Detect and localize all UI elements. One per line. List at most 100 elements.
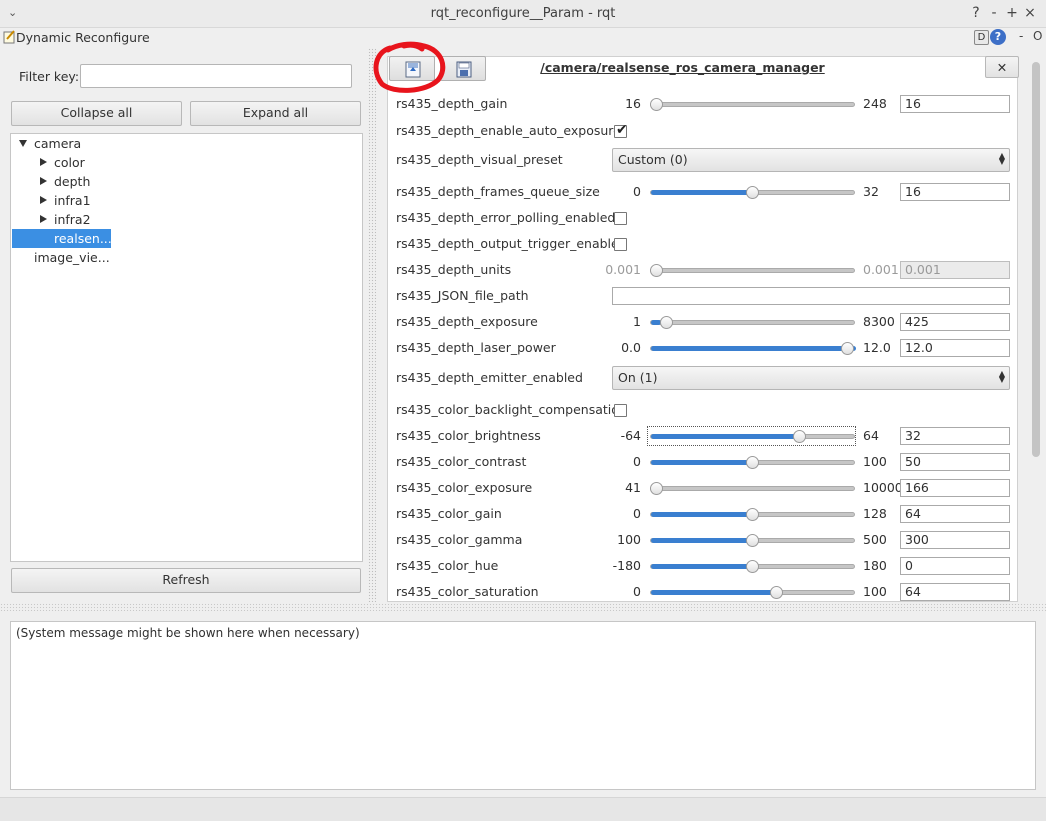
param-slider[interactable] (650, 560, 855, 573)
param-checkbox[interactable] (614, 212, 627, 225)
param-value-input: 0.001 (900, 261, 1010, 279)
tree-item-infra2[interactable]: infra2 (54, 210, 91, 229)
save-button[interactable] (440, 56, 486, 81)
param-max-label: 180 (863, 558, 887, 573)
collapsed-arrow-icon[interactable] (40, 196, 47, 204)
param-value-input[interactable]: 166 (900, 479, 1010, 497)
plugin-close-button[interactable]: O (1033, 29, 1042, 43)
param-combo[interactable]: On (1) ▲ ▼ (612, 366, 1010, 390)
param-slider[interactable] (650, 186, 855, 199)
vertical-splitter[interactable] (368, 48, 376, 602)
load-icon (405, 61, 421, 78)
param-value-input[interactable]: 0 (900, 557, 1010, 575)
param-label: rs435_depth_visual_preset (396, 152, 563, 167)
slider-handle[interactable] (745, 456, 759, 469)
expand-all-button[interactable]: Expand all (190, 101, 361, 126)
slider-handle[interactable] (745, 508, 759, 521)
tree-item-depth[interactable]: depth (54, 172, 90, 191)
plugin-minimize-button[interactable]: - (1019, 29, 1023, 43)
collapse-all-button[interactable]: Collapse all (11, 101, 182, 126)
expanded-arrow-icon[interactable] (19, 140, 27, 147)
param-value-input[interactable]: 50 (900, 453, 1010, 471)
param-value-input[interactable]: 64 (900, 505, 1010, 523)
collapsed-arrow-icon[interactable] (40, 215, 47, 223)
scrollbar-thumb[interactable] (1032, 62, 1040, 457)
param-min-label: 0 (633, 506, 641, 521)
param-slider[interactable] (650, 456, 855, 469)
param-slider[interactable] (650, 342, 856, 355)
param-value-input[interactable]: 425 (900, 313, 1010, 331)
tree-item-image-view[interactable]: image_vie... (34, 248, 110, 267)
window-title: rqt_reconfigure__Param - rqt (430, 6, 616, 21)
param-label: rs435_depth_frames_queue_size (396, 184, 600, 199)
slider-handle[interactable] (745, 534, 759, 547)
param-min-label: 16 (625, 96, 641, 111)
slider-handle[interactable] (650, 482, 663, 495)
param-max-label: 500 (863, 532, 887, 547)
slider-handle[interactable] (745, 186, 759, 199)
node-tree: camera color depth infra1 infra2 realsen… (10, 133, 363, 562)
param-value-input[interactable]: 300 (900, 531, 1010, 549)
close-node-button[interactable]: ✕ (985, 56, 1019, 78)
param-label: rs435_depth_error_polling_enabled (396, 210, 616, 225)
param-min-label: 0.0 (621, 340, 641, 355)
filter-key-label: Filter key: (19, 69, 80, 84)
param-slider[interactable] (650, 586, 855, 599)
param-slider[interactable] (650, 508, 855, 521)
param-label: rs435_color_gamma (396, 532, 523, 547)
slider-handle[interactable] (659, 316, 673, 329)
param-max-label: 10000 (863, 480, 903, 495)
param-label: rs435_color_hue (396, 558, 499, 573)
combo-value: On (1) (618, 370, 658, 385)
window-menu-chevron-icon[interactable]: ⌄ (8, 4, 22, 22)
param-slider[interactable] (650, 316, 855, 329)
param-max-label: 128 (863, 506, 887, 521)
tree-item-camera[interactable]: camera (34, 134, 81, 153)
slider-handle[interactable] (841, 342, 854, 355)
param-slider[interactable] (650, 534, 855, 547)
param-value-input[interactable]: 12.0 (900, 339, 1010, 357)
param-label: rs435_depth_emitter_enabled (396, 370, 583, 385)
slider-fill (651, 564, 754, 569)
param-combo[interactable]: Custom (0) ▲ ▼ (612, 148, 1010, 172)
param-min-label: 0.001 (605, 262, 641, 277)
window-close-button[interactable]: × (1021, 4, 1039, 22)
param-text-input[interactable] (612, 287, 1010, 305)
plugin-d-button[interactable]: D (974, 30, 989, 45)
param-slider[interactable] (650, 482, 855, 495)
param-value-input[interactable]: 64 (900, 583, 1010, 601)
tree-item-color[interactable]: color (54, 153, 85, 172)
slider-fill (651, 538, 754, 543)
param-checkbox[interactable]: ✔ (614, 123, 628, 138)
collapsed-arrow-icon[interactable] (40, 158, 47, 166)
tree-item-infra1[interactable]: infra1 (54, 191, 91, 210)
horizontal-splitter[interactable] (0, 603, 1046, 611)
param-max-label: 12.0 (863, 340, 891, 355)
window-minimize-button[interactable]: - (985, 4, 1003, 22)
window-maximize-button[interactable]: + (1003, 4, 1021, 22)
param-label: rs435_color_saturation (396, 584, 539, 599)
combo-arrows-icon: ▲ ▼ (998, 151, 1005, 166)
filter-key-input[interactable] (80, 64, 352, 88)
param-max-label: 8300 (863, 314, 895, 329)
param-checkbox[interactable] (614, 238, 627, 251)
tree-item-realsense[interactable]: realsen... (54, 229, 112, 248)
param-min-label: 0 (633, 454, 641, 469)
slider-handle[interactable] (745, 560, 759, 573)
param-value-input[interactable]: 16 (900, 183, 1010, 201)
param-checkbox[interactable] (614, 404, 627, 417)
help-icon[interactable]: ? (990, 29, 1006, 45)
slider-handle (650, 264, 663, 277)
load-button[interactable] (389, 56, 435, 81)
slider-focus-outline (647, 426, 856, 446)
save-icon (456, 61, 472, 78)
slider-fill (651, 590, 781, 595)
param-slider[interactable] (650, 98, 855, 111)
window-help-button[interactable]: ? (967, 4, 985, 22)
param-value-input[interactable]: 16 (900, 95, 1010, 113)
slider-handle[interactable] (650, 98, 663, 111)
refresh-button[interactable]: Refresh (11, 568, 361, 593)
param-value-input[interactable]: 32 (900, 427, 1010, 445)
param-label: rs435_color_backlight_compensation (396, 402, 627, 417)
collapsed-arrow-icon[interactable] (40, 177, 47, 185)
